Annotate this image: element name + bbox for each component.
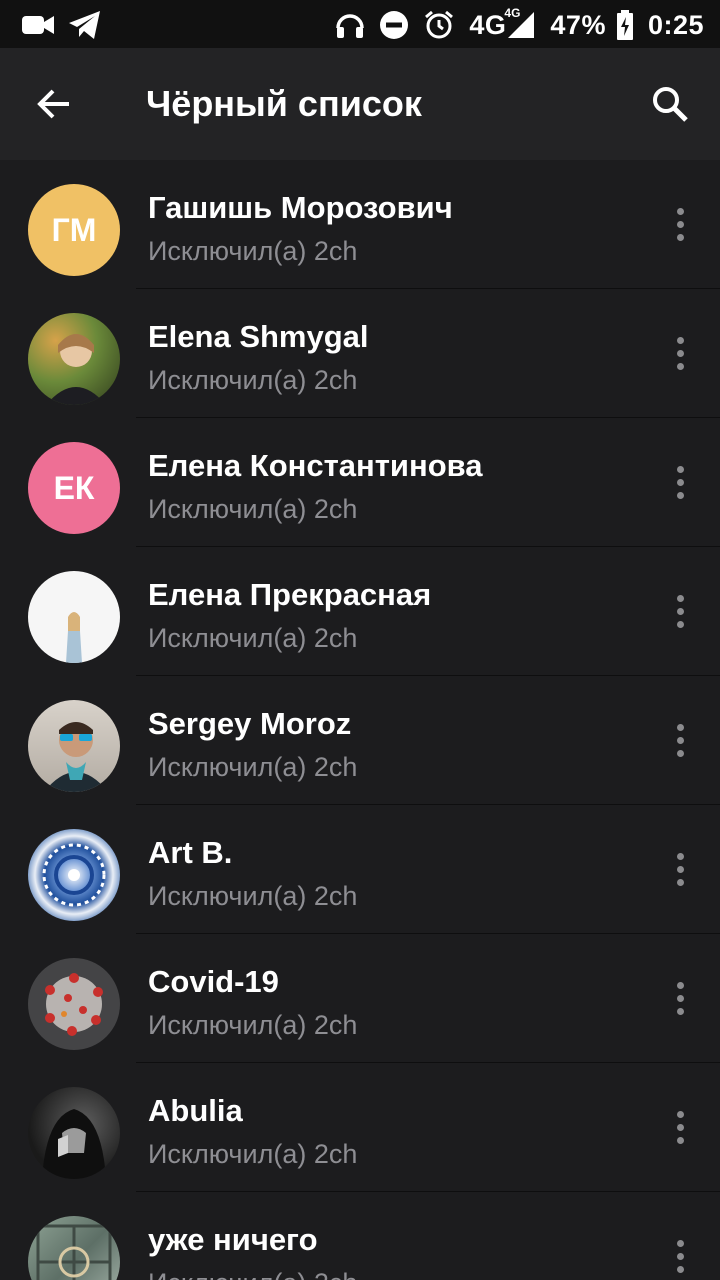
video-camera-icon — [22, 14, 54, 36]
status-bar: 4G 4G 47% 0:25 — [0, 0, 720, 48]
more-vert-icon[interactable] — [668, 1226, 692, 1280]
contact-subtitle: Исключил(а) 2ch — [148, 623, 358, 653]
list-item[interactable]: ГМ Гашишь Морозович Исключил(а) 2ch — [0, 160, 720, 289]
more-vert-icon[interactable] — [668, 1097, 692, 1157]
contact-subtitle: Исключил(а) 2ch — [148, 1268, 357, 1280]
contact-subtitle: Исключил(а) 2ch — [148, 1010, 358, 1040]
more-vert-icon[interactable] — [668, 710, 692, 770]
alarm-icon — [423, 9, 455, 41]
page-title: Чёрный список — [146, 83, 422, 124]
avatar — [28, 571, 120, 663]
list-item[interactable]: Елена Прекрасная Исключил(а) 2ch — [0, 547, 720, 676]
network-type: 4G — [469, 9, 507, 40]
avatar — [28, 313, 120, 405]
contact-name: Elena Shmygal — [148, 319, 369, 354]
contact-name: Sergey Moroz — [148, 706, 352, 741]
portrait-photo-icon — [66, 612, 82, 663]
avatar-initials: ЕК — [53, 469, 95, 506]
avatar — [28, 1216, 120, 1280]
avatar: ГМ — [28, 184, 120, 276]
contact-name: уже ничего — [148, 1222, 318, 1257]
avatar — [28, 700, 120, 792]
battery-icon — [616, 10, 634, 40]
blocked-users-list: ГМ Гашишь Морозович Исключил(а) 2ch Elen… — [0, 160, 720, 1280]
list-item[interactable]: уже ничего Исключил(а) 2ch — [0, 1192, 720, 1280]
portrait-photo-icon — [44, 722, 108, 792]
battery-percent: 47% — [550, 9, 606, 40]
headphones-icon — [335, 10, 365, 40]
contact-subtitle: Исключил(а) 2ch — [148, 752, 358, 782]
list-item[interactable]: Sergey Moroz Исключил(а) 2ch — [0, 676, 720, 805]
more-vert-icon[interactable] — [668, 839, 692, 899]
portrait-photo-icon — [42, 1109, 106, 1179]
do-not-disturb-icon — [379, 10, 409, 40]
contact-name: Abulia — [148, 1093, 243, 1128]
telegram-icon — [68, 10, 102, 40]
list-item[interactable]: Elena Shmygal Исключил(а) 2ch — [0, 289, 720, 418]
avatar-initials: ГМ — [51, 211, 97, 248]
signal-icon: 4G — [504, 6, 536, 40]
contact-subtitle: Исключил(а) 2ch — [148, 236, 358, 266]
list-item[interactable]: Covid-19 Исключил(а) 2ch — [0, 934, 720, 1063]
contact-name: Гашишь Морозович — [148, 190, 453, 225]
list-item[interactable]: ЕК Елена Константинова Исключил(а) 2ch — [0, 418, 720, 547]
list-item[interactable]: Art B. Исключил(а) 2ch — [0, 805, 720, 934]
contact-subtitle: Исключил(а) 2ch — [148, 365, 358, 395]
avatar — [28, 1087, 120, 1179]
contact-name: Art B. — [148, 835, 233, 870]
more-vert-icon[interactable] — [668, 968, 692, 1028]
mandala-pattern-icon — [42, 843, 106, 907]
arrow-left-icon — [37, 89, 69, 119]
avatar — [28, 829, 120, 921]
list-item[interactable]: Abulia Исключил(а) 2ch — [0, 1063, 720, 1192]
stained-glass-icon — [36, 1224, 112, 1280]
app-bar: Чёрный список — [0, 48, 720, 160]
contact-name: Елена Константинова — [148, 448, 483, 483]
more-vert-icon[interactable] — [668, 323, 692, 383]
avatar — [28, 958, 120, 1050]
more-vert-icon[interactable] — [668, 452, 692, 512]
contact-name: Covid-19 — [148, 964, 279, 999]
search-icon — [653, 87, 688, 122]
network-type-small: 4G — [504, 6, 521, 20]
more-vert-icon[interactable] — [668, 194, 692, 254]
search-button[interactable] — [640, 74, 700, 134]
contact-subtitle: Исключил(а) 2ch — [148, 881, 358, 911]
contact-subtitle: Исключил(а) 2ch — [148, 494, 358, 524]
back-button[interactable] — [24, 74, 84, 134]
portrait-photo-icon — [46, 334, 106, 405]
virus-icon — [45, 973, 103, 1036]
contact-subtitle: Исключил(а) 2ch — [148, 1139, 358, 1169]
avatar: ЕК — [28, 442, 120, 534]
contact-name: Елена Прекрасная — [148, 577, 432, 612]
more-vert-icon[interactable] — [668, 581, 692, 641]
clock: 0:25 — [647, 9, 704, 40]
